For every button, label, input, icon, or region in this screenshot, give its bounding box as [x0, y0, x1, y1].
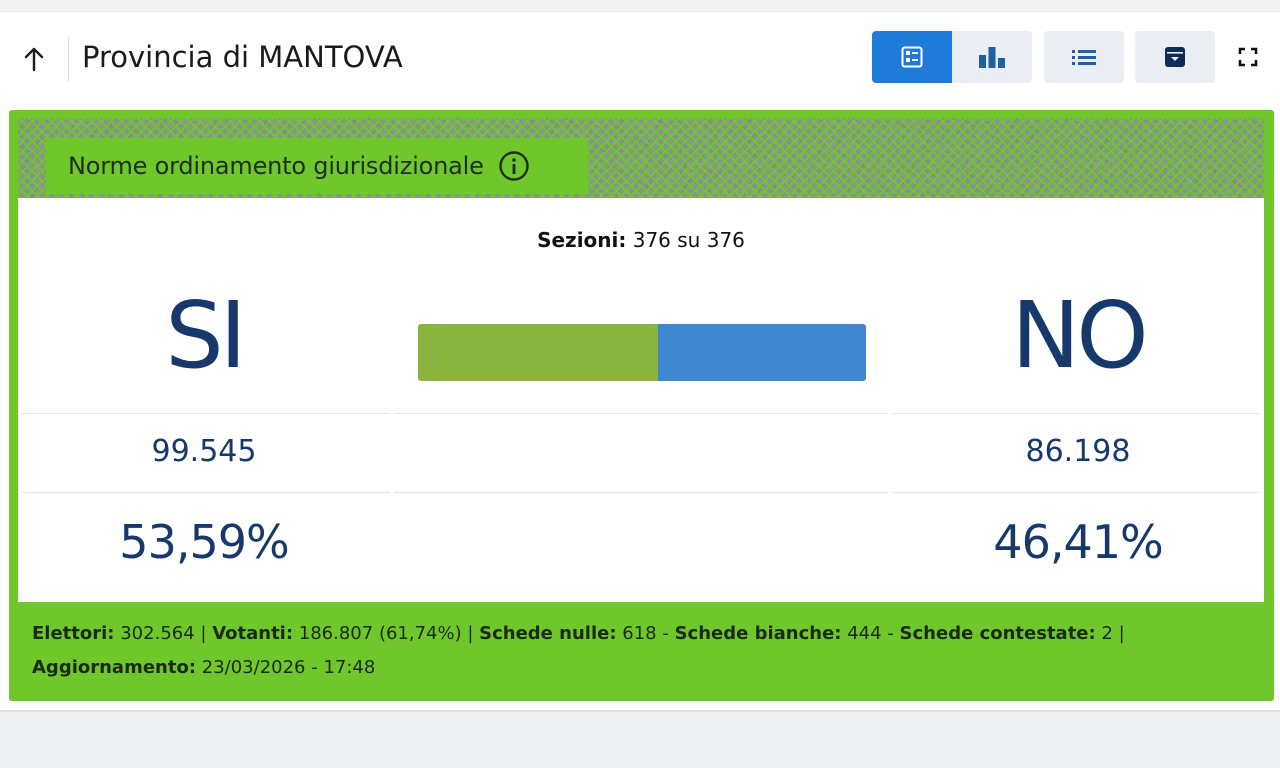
blank-ballots-label: Schede bianche: [674, 623, 842, 644]
fullscreen-button[interactable] [1226, 31, 1270, 83]
update-value: 23/03/2026 - 17:48 [201, 657, 376, 678]
list-view-button[interactable] [1044, 31, 1124, 83]
result-bar-yes [418, 324, 659, 381]
header-divider [68, 36, 69, 82]
card-pattern-band: Norme ordinamento giurisdizionale [18, 118, 1264, 198]
turnout-line-1: Elettori: 302.564 | Votanti: 186.807 (61… [32, 623, 1125, 644]
info-icon[interactable] [498, 150, 530, 182]
top-strip [0, 0, 1280, 12]
contested-ballots-label: Schede contestate: [899, 623, 1096, 644]
archive-icon [1165, 47, 1185, 67]
download-button[interactable] [1135, 31, 1215, 83]
chart-view-button[interactable] [952, 31, 1032, 83]
yes-votes: 99.545 [151, 434, 257, 469]
divider [394, 413, 888, 414]
page-title: Provincia di MANTOVA [82, 40, 403, 74]
null-ballots-label: Schede nulle: [479, 623, 617, 644]
sections-count: Sezioni: 376 su 376 [18, 228, 1264, 252]
bottom-area [0, 710, 1280, 768]
no-label: NO [1011, 282, 1148, 389]
cards-view-button[interactable] [872, 31, 952, 83]
result-bar-no [658, 324, 866, 381]
sections-label: Sezioni: [537, 228, 627, 252]
list-icon [1072, 50, 1096, 65]
arrow-up-icon [24, 47, 44, 72]
divider [892, 492, 1261, 493]
turnout-line-2: Aggiornamento: 23/03/2026 - 17:48 [32, 651, 1262, 685]
result-card: Norme ordinamento giurisdizionale Sezion… [9, 110, 1274, 701]
turnout-value: 186.807 (61,74%) [298, 623, 462, 644]
fullscreen-icon [1238, 47, 1258, 67]
header: Provincia di MANTOVA [0, 14, 1280, 102]
yes-percent: 53,59% [119, 515, 289, 569]
voters-value: 302.564 [120, 623, 195, 644]
no-votes: 86.198 [1025, 434, 1131, 469]
divider [21, 413, 390, 414]
bar-chart-icon [979, 47, 1005, 68]
divider [394, 492, 888, 493]
no-percent: 46,41% [993, 515, 1163, 569]
divider [892, 413, 1261, 414]
card-title: Norme ordinamento giurisdizionale [68, 152, 484, 180]
sections-value: 376 su 376 [632, 228, 745, 252]
turnout-label: Votanti: [212, 623, 294, 644]
contested-ballots-value: 2 [1101, 623, 1113, 644]
null-ballots-value: 618 [622, 623, 657, 644]
card-title-tag: Norme ordinamento giurisdizionale [46, 138, 588, 194]
update-label: Aggiornamento: [32, 657, 197, 678]
cards-view-icon [901, 46, 923, 68]
back-button[interactable] [12, 36, 56, 82]
divider [21, 492, 390, 493]
turnout-summary: Elettori: 302.564 | Votanti: 186.807 (61… [32, 617, 1262, 685]
blank-ballots-value: 444 [847, 623, 882, 644]
result-bar [418, 324, 866, 381]
results-panel: Sezioni: 376 su 376 SI NO 99.545 86.198 … [18, 198, 1264, 602]
yes-label: SI [165, 282, 247, 389]
voters-label: Elettori: [32, 623, 115, 644]
